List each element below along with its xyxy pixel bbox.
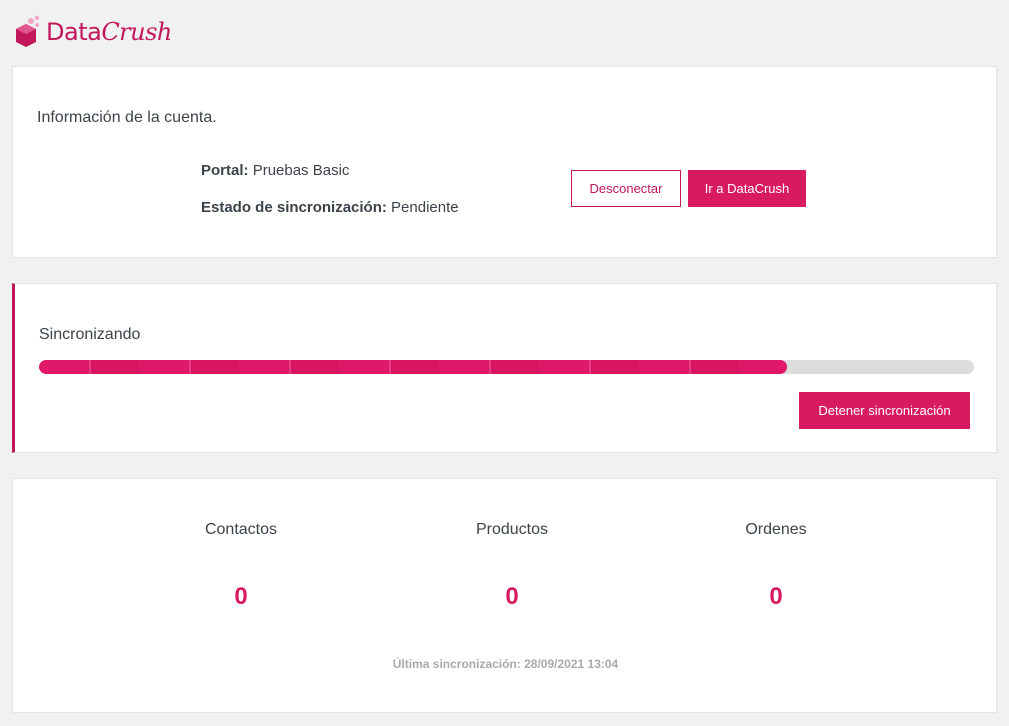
stat-contacts-value: 0 [234,583,248,610]
stat-orders-label: Ordenes [745,521,807,538]
stat-products: Productos 0 [432,521,592,611]
sync-progress-fill [39,360,787,374]
datacrush-logo-icon [16,15,40,47]
brand-name: DataCrush [46,18,172,46]
sync-status-value: Pendiente [391,199,459,216]
stop-sync-button[interactable]: Detener sincronización [799,392,970,429]
portal-row: Portal: Pruebas Basic [201,162,349,179]
sync-status-label: Estado de sincronización: [201,199,387,216]
portal-label: Portal: [201,162,249,179]
last-sync-text: Última sincronización: 28/09/2021 13:04 [392,657,619,671]
stat-contacts: Contactos 0 [161,521,321,611]
sync-status-row: Estado de sincronización: Pendiente [201,199,459,216]
sync-progress-bar [39,360,974,374]
portal-value: Pruebas Basic [252,162,350,179]
sync-title: Sincronizando [39,326,141,343]
stat-orders-value: 0 [769,583,783,610]
disconnect-button[interactable]: Desconectar [571,170,681,207]
stat-contacts-label: Contactos [204,521,278,538]
stat-products-label: Productos [475,521,549,538]
sync-stats-card: Contactos 0 Productos 0 Ordenes 0 Última… [12,478,997,713]
stat-orders: Ordenes 0 [696,521,856,611]
account-info-card: Información de la cuenta. Portal: Prueba… [12,66,997,258]
account-info-title: Información de la cuenta. [37,109,217,126]
go-to-datacrush-button[interactable]: Ir a DataCrush [688,170,806,207]
brand-logo: DataCrush [12,12,172,52]
sync-progress-card: Sincronizando Detener sincronización [12,283,997,453]
stat-products-value: 0 [505,583,519,610]
